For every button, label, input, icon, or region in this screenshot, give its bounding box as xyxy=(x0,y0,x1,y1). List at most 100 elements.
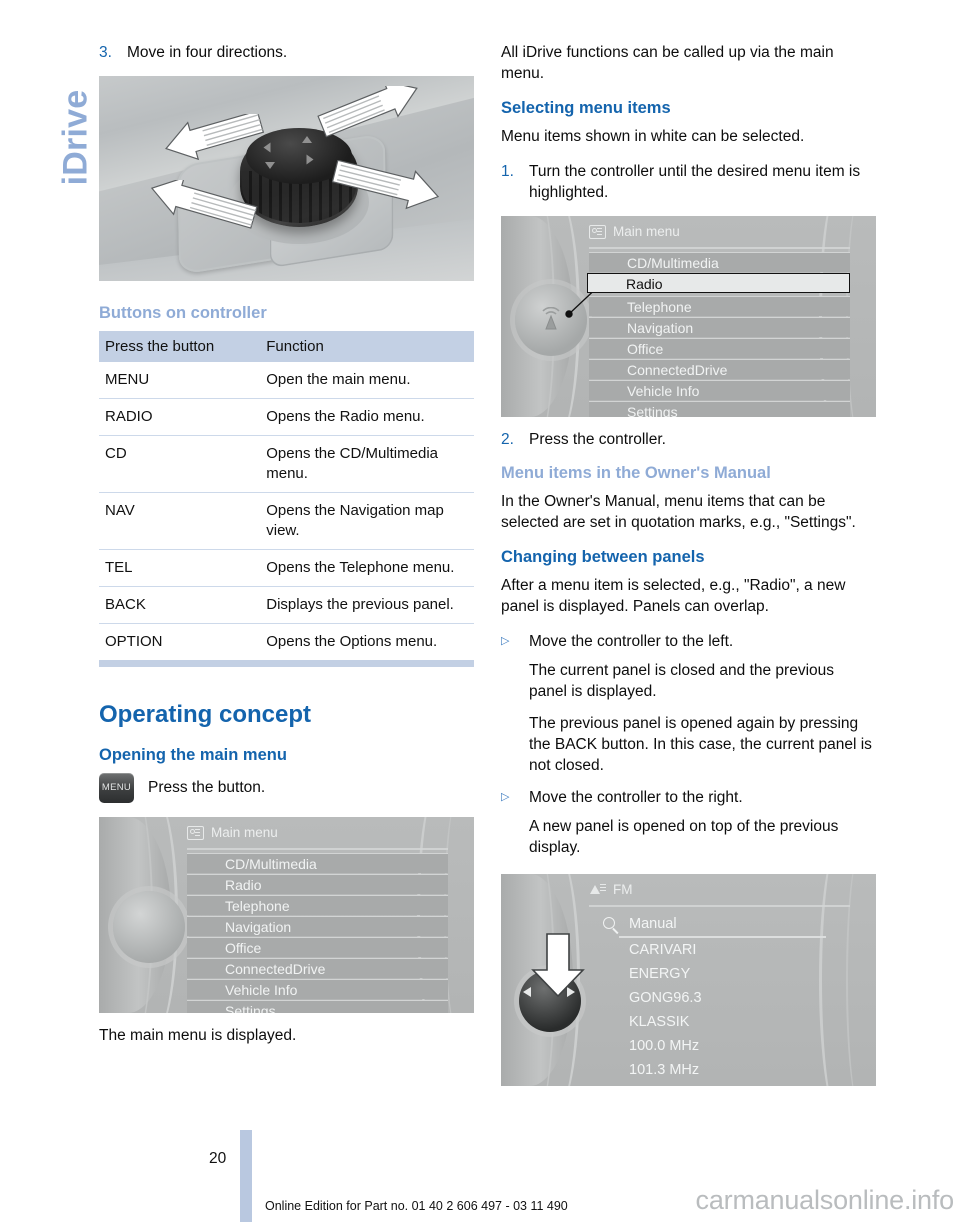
direction-arrow-upper-right xyxy=(304,86,429,138)
left-column: 3. Move in four directions. Buttons on c… xyxy=(99,42,474,1060)
fm-station-gong963[interactable]: GONG96.3 xyxy=(589,986,850,1010)
step-press-controller: 2. Press the controller. xyxy=(501,429,876,450)
table-row: CD Opens the CD/Multimedia menu. xyxy=(99,435,474,493)
fm-manual-search-row[interactable]: Manual xyxy=(589,912,850,936)
fm-manual-label: Manual xyxy=(629,916,677,932)
table-cell-button: BACK xyxy=(99,586,261,624)
table-cell-function: Opens the Options menu. xyxy=(260,623,474,660)
menu-item-office[interactable]: Office xyxy=(589,338,850,358)
table-header-press-the-button: Press the button xyxy=(99,331,261,362)
screen-controller-graphic xyxy=(113,891,185,963)
bullet-sub-text: A new panel is opened on top of the prev… xyxy=(529,818,839,856)
table-cell-function: Displays the previous panel. xyxy=(260,586,474,624)
direction-arrow-upper-left xyxy=(159,114,269,162)
table-cell-function: Open the main menu. xyxy=(266,371,411,388)
table-cell-function: Opens the Navigation map view. xyxy=(260,492,474,550)
bullet-triangle-icon: ▷ xyxy=(501,635,510,647)
menu-item-cd-multimedia[interactable]: CD/Multimedia xyxy=(187,853,448,873)
knob-arrow-down-icon xyxy=(265,162,275,169)
menu-item-settings[interactable]: Settings xyxy=(187,1000,448,1013)
page-footer: 20 Online Edition for Part no. 01 40 2 6… xyxy=(0,1130,960,1222)
screen-header: Main menu xyxy=(187,825,434,840)
screen-header-divider xyxy=(589,247,850,249)
screen-title: Main menu xyxy=(613,224,680,239)
footer-edition-note: Online Edition for Part no. 01 40 2 606 … xyxy=(265,1199,568,1213)
menu-list-icon xyxy=(589,224,606,239)
down-arrow-callout-icon xyxy=(531,933,585,998)
footer-accent-bar xyxy=(240,1130,252,1222)
page-number: 20 xyxy=(209,1150,227,1167)
table-cell-button: RADIO xyxy=(99,398,261,436)
bullet-move-controller-right: ▷ Move the controller to the right. xyxy=(501,787,876,808)
fm-station-energy[interactable]: ENERGY xyxy=(589,962,850,986)
magnifier-icon xyxy=(603,917,615,929)
menu-hardware-key-icon: MENU xyxy=(99,773,134,803)
fm-station-101-3-mhz[interactable]: 101.3 MHz xyxy=(589,1058,850,1082)
fm-radio-screen: FM Manual CARIVARI ENERGY GONG96.3 KLASS… xyxy=(501,874,876,1086)
heading-selecting-menu-items: Selecting menu items xyxy=(501,99,671,117)
menu-item-vehicle-info[interactable]: Vehicle Info xyxy=(187,979,448,999)
table-row: TEL Opens the Telephone menu. xyxy=(99,549,474,587)
table-cell-button: CD xyxy=(99,435,261,493)
owners-manual-text: In the Owner's Manual, menu items that c… xyxy=(501,493,856,531)
screen-header-divider xyxy=(187,848,448,850)
caption-main-menu-displayed: The main menu is displayed. xyxy=(99,1027,297,1044)
screen-header-divider xyxy=(589,905,850,907)
buttons-function-table: Press the button Function MENU Open the … xyxy=(99,331,474,660)
step-text: Move in four directions. xyxy=(127,44,288,61)
menu-item-settings[interactable]: Settings xyxy=(589,401,850,417)
screen-header: FM xyxy=(589,882,836,897)
menu-item-telephone[interactable]: Telephone xyxy=(187,895,448,915)
bullet-sub-text: The current panel is closed and the prev… xyxy=(529,662,835,700)
menu-item-navigation[interactable]: Navigation xyxy=(187,916,448,936)
site-watermark: carmanualsonline.info xyxy=(695,1185,955,1215)
press-button-text: Press the button. xyxy=(148,779,266,796)
fm-station-carivari[interactable]: CARIVARI xyxy=(589,938,850,962)
fm-station-klassik[interactable]: KLASSIK xyxy=(589,1010,850,1034)
screen-header: Main menu xyxy=(589,224,836,239)
table-header-function: Function xyxy=(260,331,474,362)
manual-page: iDrive 3. Move in four directions. Butto… xyxy=(0,0,960,1222)
table-cell-function: Opens the Radio menu. xyxy=(260,398,474,436)
bullet-text: Move the controller to the left. xyxy=(529,633,734,650)
step-number: 1. xyxy=(501,163,514,180)
table-cell-button: MENU xyxy=(105,371,150,388)
right-column: All iDrive functions can be called up vi… xyxy=(501,42,876,1098)
step-number: 2. xyxy=(501,431,514,448)
heading-menu-items-owners-manual: Menu items in the Owner's Manual xyxy=(501,464,771,482)
menu-item-radio-selected[interactable]: Radio xyxy=(587,273,850,293)
chapter-tab-idrive: iDrive xyxy=(56,89,95,186)
table-row: NAV Opens the Navigation map view. xyxy=(99,492,474,550)
menu-list-icon xyxy=(187,825,204,840)
menu-item-cd-multimedia[interactable]: CD/Multimedia xyxy=(589,252,850,272)
heading-changing-between-panels: Changing between panels xyxy=(501,548,705,566)
selecting-menu-items-text: Menu items shown in white can be selecte… xyxy=(501,128,805,145)
idrive-controller-illustration xyxy=(99,76,474,281)
changing-panels-text: After a menu item is selected, e.g., "Ra… xyxy=(501,577,846,615)
step-number: 3. xyxy=(99,44,112,61)
screen-title: Main menu xyxy=(211,825,278,840)
menu-item-office[interactable]: Office xyxy=(187,937,448,957)
fm-station-100-0-mhz[interactable]: 100.0 MHz xyxy=(589,1034,850,1058)
table-row: RADIO Opens the Radio menu. xyxy=(99,398,474,436)
menu-item-connecteddrive[interactable]: ConnectedDrive xyxy=(187,958,448,978)
menu-item-vehicle-info[interactable]: Vehicle Info xyxy=(589,380,850,400)
table-bottom-rule xyxy=(99,660,474,667)
heading-opening-the-main-menu: Opening the main menu xyxy=(99,746,287,764)
table-header-row: Press the button Function xyxy=(99,331,474,362)
menu-item-navigation[interactable]: Navigation xyxy=(589,317,850,337)
menu-item-radio[interactable]: Radio xyxy=(187,874,448,894)
step-text: Press the controller. xyxy=(529,431,666,448)
table-row: OPTION Opens the Options menu. xyxy=(99,623,474,660)
step-move-four-directions: 3. Move in four directions. xyxy=(99,42,474,63)
direction-arrow-lower-left xyxy=(143,180,263,232)
table-cell-button: TEL xyxy=(99,549,261,587)
intro-paragraph: All iDrive functions can be called up vi… xyxy=(501,44,834,82)
heading-buttons-on-controller: Buttons on controller xyxy=(99,304,267,322)
heading-operating-concept: Operating concept xyxy=(99,701,312,728)
screen-arc-right-outer xyxy=(846,216,874,417)
menu-item-telephone[interactable]: Telephone xyxy=(589,296,850,316)
menu-item-connecteddrive[interactable]: ConnectedDrive xyxy=(589,359,850,379)
screen-arc-right-outer xyxy=(846,874,874,1086)
bullet-triangle-icon: ▷ xyxy=(501,791,510,803)
